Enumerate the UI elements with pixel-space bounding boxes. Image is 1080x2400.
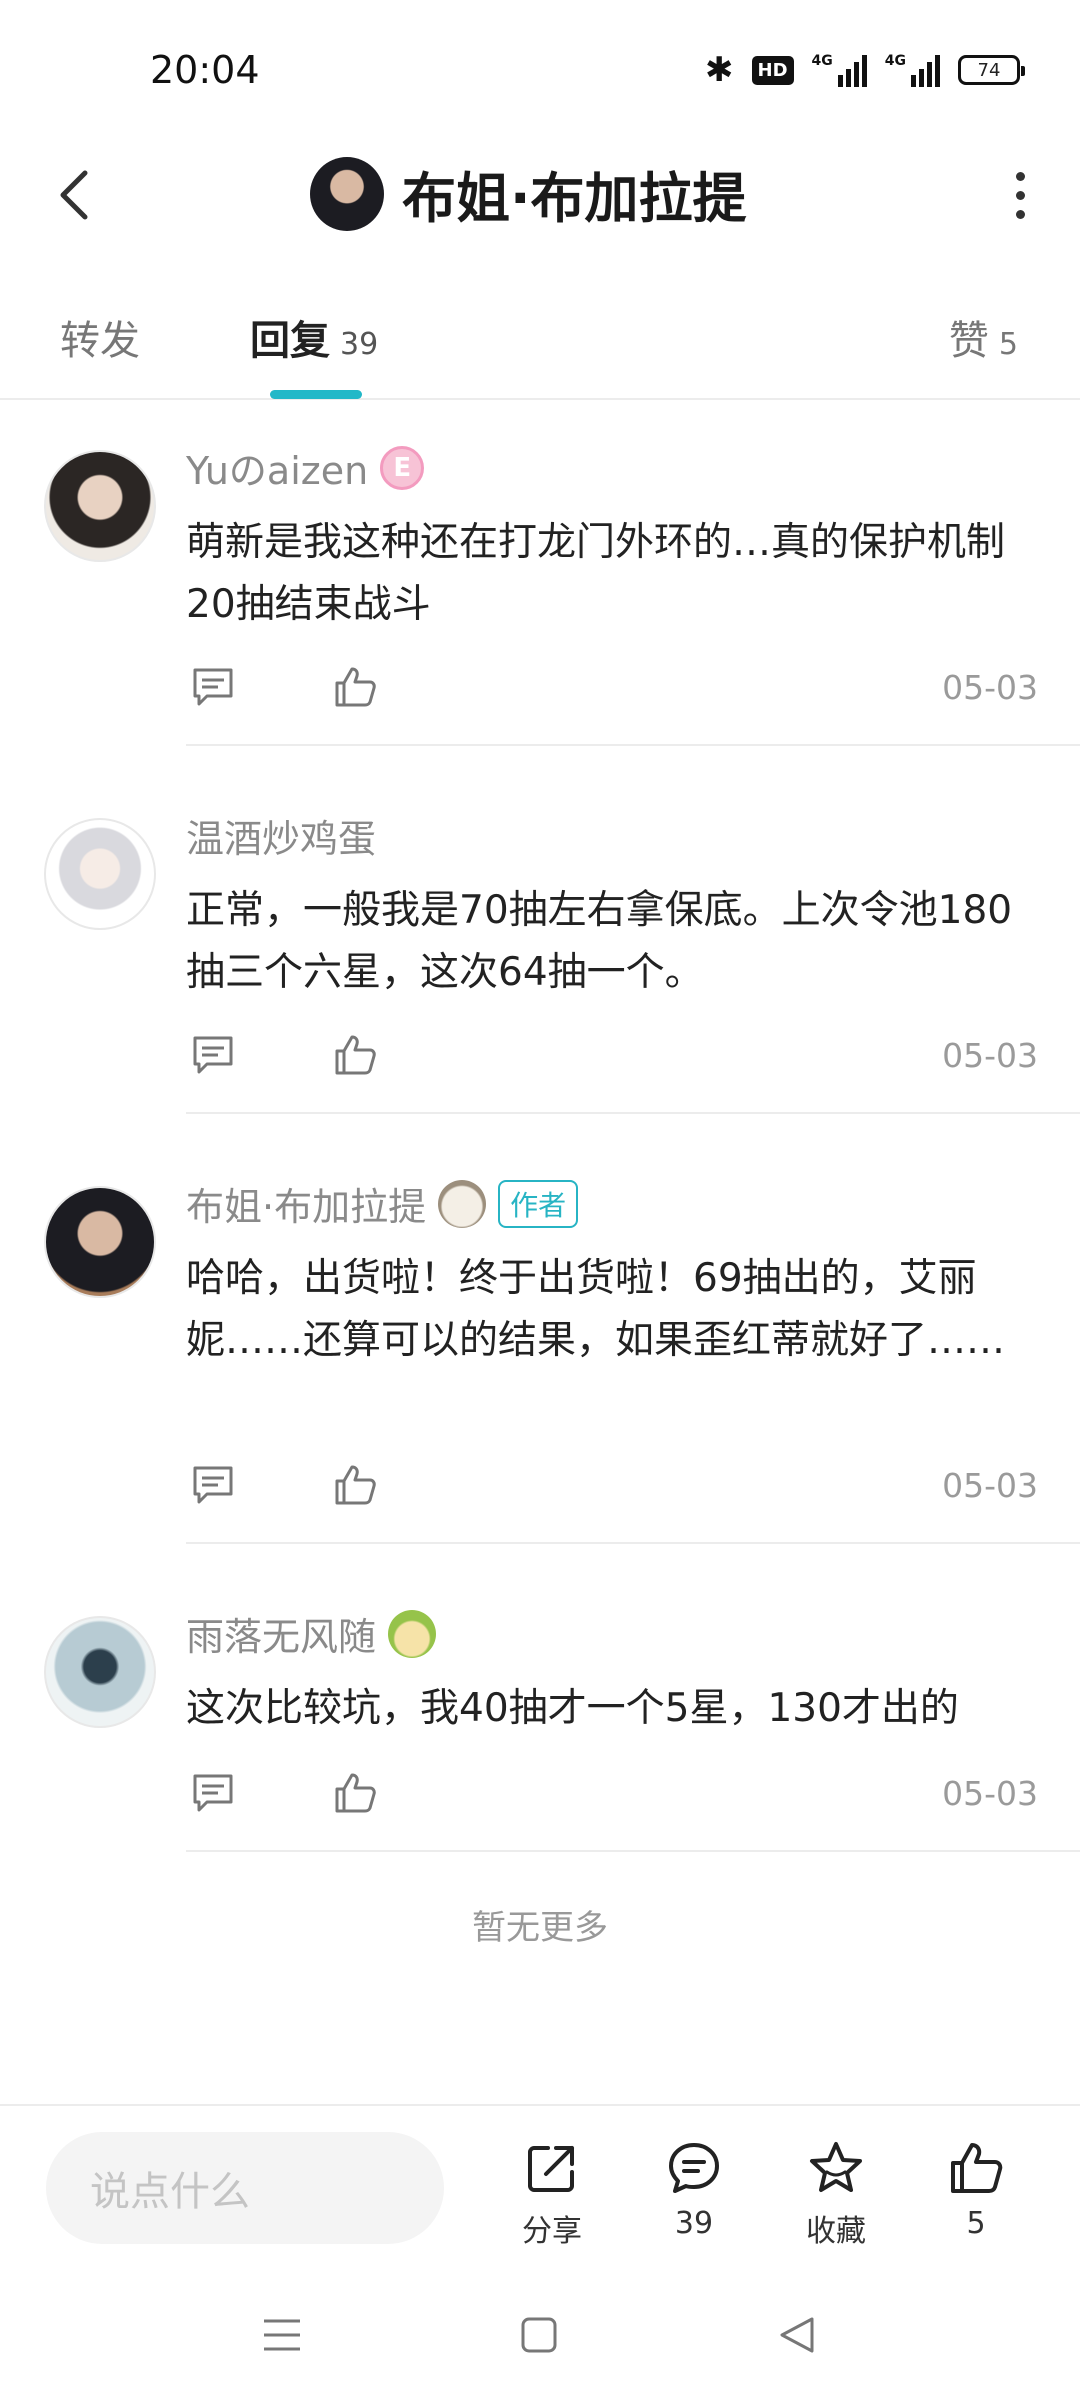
status-bar: 20:04 ✱ HD 4G 4G 74 bbox=[0, 0, 1080, 140]
more-dot-icon bbox=[1015, 171, 1025, 181]
like-count: 5 bbox=[966, 2206, 986, 2241]
favorite-label: 收藏 bbox=[806, 2214, 866, 2249]
more-button[interactable] bbox=[990, 160, 1050, 230]
more-dot-icon bbox=[1015, 209, 1025, 219]
tab-like[interactable]: 赞 5 bbox=[949, 308, 1018, 366]
comment-text: 这次比较坑，我40抽才一个5星，130才出的 bbox=[186, 1686, 959, 1731]
tab-reply-count: 39 bbox=[340, 327, 379, 362]
reply-button[interactable] bbox=[186, 660, 240, 714]
like-button[interactable] bbox=[328, 1458, 382, 1512]
avatar[interactable] bbox=[44, 450, 156, 562]
favorite-button[interactable]: 收藏 bbox=[786, 2140, 886, 2250]
tab-bar: 转发 回复 39 赞 5 bbox=[0, 290, 1080, 400]
comment-text: 哈哈，出货啦！终于出货啦！69抽出的，艾丽妮……还算可以的结果，如果歪红蒂就好了… bbox=[186, 1256, 1006, 1363]
square-icon bbox=[521, 2317, 557, 2353]
home-button[interactable] bbox=[504, 2300, 574, 2370]
comment-text: 正常，一般我是70抽左右拿保底。上次令池180抽三个六星，这次64抽一个。 bbox=[186, 888, 1013, 995]
tab-like-count: 5 bbox=[998, 327, 1018, 362]
thumbs-up-icon bbox=[335, 1773, 376, 1813]
avatar[interactable] bbox=[44, 1186, 156, 1298]
battery-icon: 74 bbox=[958, 55, 1025, 85]
divider bbox=[186, 744, 1080, 746]
reply-button[interactable] bbox=[186, 1766, 240, 1820]
medal-badge-icon bbox=[388, 1609, 437, 1658]
status-time: 20:04 bbox=[150, 48, 260, 92]
like-button[interactable] bbox=[328, 660, 382, 714]
chevron-left-icon bbox=[60, 170, 88, 220]
tab-repost[interactable]: 转发 bbox=[60, 308, 140, 366]
thumbs-up-icon bbox=[335, 1465, 376, 1505]
thumbs-up-icon bbox=[335, 1035, 376, 1075]
share-button[interactable]: 分享 bbox=[502, 2140, 602, 2250]
divider bbox=[186, 1542, 1080, 1544]
like-button[interactable] bbox=[328, 1028, 382, 1082]
comment-icon bbox=[193, 1774, 233, 1812]
status-icons: ✱ HD 4G 4G 74 bbox=[705, 50, 1025, 90]
reply-button[interactable] bbox=[186, 1028, 240, 1082]
bottom-action-bar: 说点什么 分享 39 收藏 5 bbox=[0, 2104, 1080, 2268]
hd-icon: HD bbox=[751, 55, 794, 85]
signal-icon-2: 4G bbox=[885, 53, 940, 87]
like-button[interactable] bbox=[328, 1766, 382, 1820]
tab-like-label: 赞 bbox=[948, 318, 989, 364]
divider bbox=[186, 1850, 1080, 1852]
page-title: 布姐·布加拉提 bbox=[402, 167, 747, 230]
comment-date: 05-03 bbox=[942, 1466, 1038, 1505]
like-post-button[interactable]: 5 bbox=[926, 2140, 1026, 2241]
comment-icon bbox=[193, 668, 233, 706]
comment-icon bbox=[193, 1036, 233, 1074]
thumbs-up-icon bbox=[951, 2143, 1003, 2193]
system-back-button[interactable] bbox=[762, 2300, 832, 2370]
tab-reply-label: 回复 bbox=[250, 318, 330, 364]
share-label: 分享 bbox=[522, 2214, 582, 2249]
comment-input[interactable]: 说点什么 bbox=[46, 2132, 444, 2244]
tab-repost-label: 转发 bbox=[60, 318, 140, 364]
comment-author[interactable]: 温酒炒鸡蛋 bbox=[186, 808, 376, 863]
comment-count: 39 bbox=[674, 2206, 714, 2241]
system-nav-bar bbox=[0, 2270, 1080, 2400]
divider bbox=[186, 1112, 1080, 1114]
recent-apps-button[interactable] bbox=[247, 2300, 317, 2370]
no-more-text: 暂无更多 bbox=[472, 1908, 608, 1948]
author-badge: 作者 bbox=[498, 1179, 579, 1228]
title-wrap: 布姐·布加拉提 bbox=[310, 154, 747, 233]
tab-active-indicator bbox=[270, 390, 362, 399]
comment-author[interactable]: 雨落无风随 bbox=[186, 1606, 376, 1661]
comment-date: 05-03 bbox=[942, 1036, 1038, 1075]
comment-bubble-icon bbox=[669, 2143, 719, 2193]
user-avatar[interactable] bbox=[310, 156, 384, 231]
comment-icon bbox=[193, 1466, 233, 1504]
menu-icon bbox=[264, 2319, 300, 2351]
reply-button[interactable] bbox=[186, 1458, 240, 1512]
comment-author[interactable]: 布姐·布加拉提 bbox=[186, 1176, 426, 1231]
medal-badge-icon bbox=[438, 1179, 487, 1228]
comment-text: 萌新是我这种还在打龙门外环的…真的保护机制20抽结束战斗 bbox=[186, 520, 1006, 627]
more-dot-icon bbox=[1015, 190, 1025, 200]
comments-button[interactable]: 39 bbox=[644, 2140, 744, 2241]
tab-reply[interactable]: 回复 39 bbox=[250, 308, 378, 366]
bluetooth-icon: ✱ bbox=[705, 50, 734, 90]
back-button[interactable] bbox=[40, 160, 110, 230]
avatar[interactable] bbox=[44, 1616, 156, 1728]
comment-author[interactable]: Yuのaizen bbox=[186, 440, 368, 495]
triangle-back-icon bbox=[780, 2317, 814, 2353]
share-icon bbox=[528, 2146, 574, 2192]
star-icon bbox=[810, 2142, 862, 2192]
avatar[interactable] bbox=[44, 818, 156, 930]
thumbs-up-icon bbox=[335, 667, 376, 707]
comment-date: 05-03 bbox=[942, 668, 1038, 707]
level-badge-icon: E bbox=[380, 445, 425, 490]
title-bar: 布姐·布加拉提 bbox=[0, 140, 1080, 250]
signal-icon-1: 4G bbox=[812, 53, 867, 87]
comment-date: 05-03 bbox=[942, 1774, 1038, 1813]
